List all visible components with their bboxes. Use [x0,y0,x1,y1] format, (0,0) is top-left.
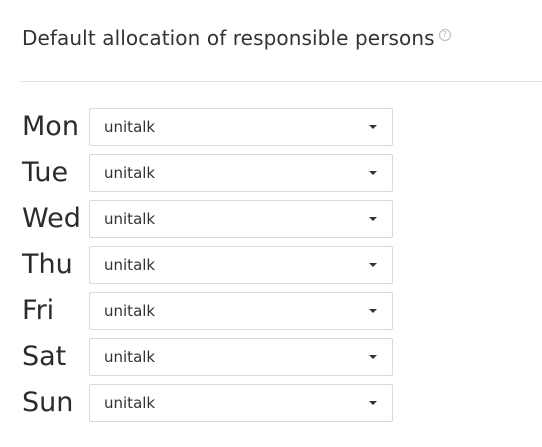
select-value: unitalk [104,302,156,320]
day-label-mon: Mon [22,111,79,142]
section-title: Default allocation of responsible person… [22,26,435,50]
select-value: unitalk [104,210,156,228]
responsible-select-thu[interactable]: unitalk [89,246,393,284]
day-row-wed: Wed unitalk [22,196,393,242]
select-value: unitalk [104,394,156,412]
day-row-mon: Mon unitalk [22,104,393,150]
caret-down-icon [369,125,377,129]
caret-down-icon [369,355,377,359]
day-label-wed: Wed [22,203,81,234]
select-value: unitalk [104,164,156,182]
select-value: unitalk [104,118,156,136]
caret-down-icon [369,401,377,405]
day-row-thu: Thu unitalk [22,242,393,288]
day-row-sat: Sat unitalk [22,334,393,380]
select-value: unitalk [104,256,156,274]
select-value: unitalk [104,348,156,366]
day-label-sun: Sun [22,387,74,418]
caret-down-icon [369,309,377,313]
day-allocation-list: Mon unitalk Tue unitalk Wed unitalk Thu … [22,104,393,426]
caret-down-icon [369,171,377,175]
responsible-select-tue[interactable]: unitalk [89,154,393,192]
day-row-tue: Tue unitalk [22,150,393,196]
day-label-sat: Sat [22,341,67,372]
section-header: Default allocation of responsible person… [22,26,451,50]
day-label-fri: Fri [22,295,55,326]
day-label-thu: Thu [22,249,73,280]
caret-down-icon [369,217,377,221]
day-row-fri: Fri unitalk [22,288,393,334]
caret-down-icon [369,263,377,267]
responsible-select-sat[interactable]: unitalk [89,338,393,376]
responsible-select-mon[interactable]: unitalk [89,108,393,146]
day-label-tue: Tue [22,157,69,188]
responsible-select-sun[interactable]: unitalk [89,384,393,422]
responsible-select-wed[interactable]: unitalk [89,200,393,238]
day-row-sun: Sun unitalk [22,380,393,426]
help-icon[interactable]: ? [438,29,451,41]
divider [20,81,542,82]
responsible-select-fri[interactable]: unitalk [89,292,393,330]
